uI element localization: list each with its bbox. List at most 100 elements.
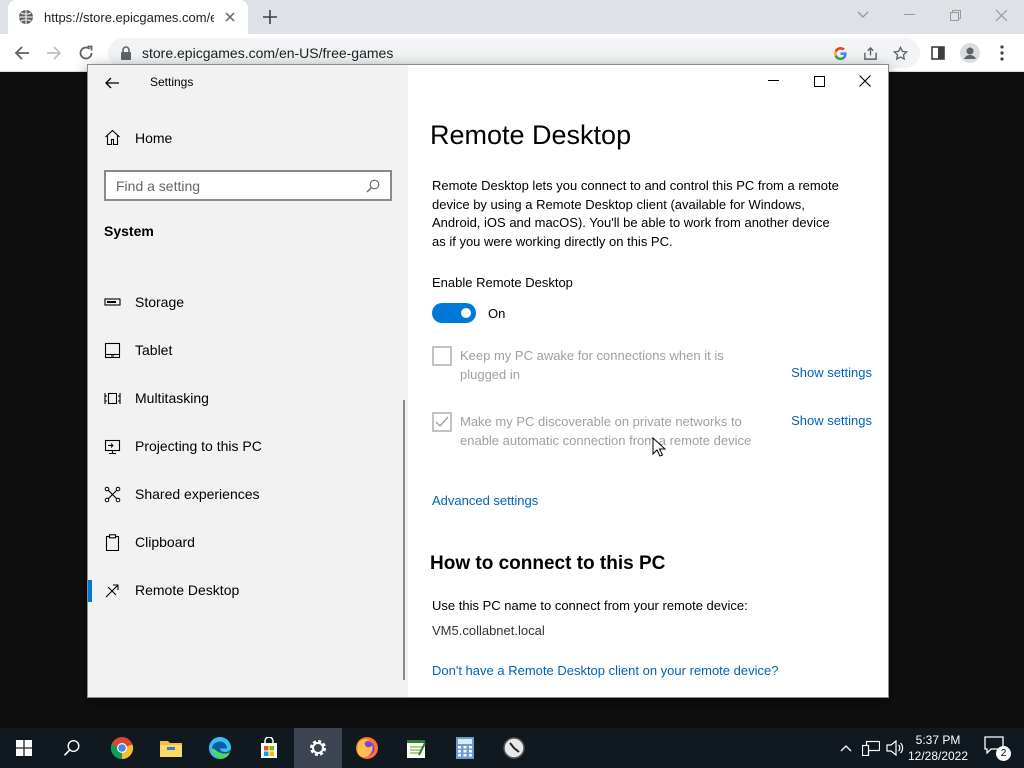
search-taskbar-button[interactable] — [48, 728, 96, 768]
sidebar-item-clipboard[interactable]: Clipboard — [88, 522, 408, 562]
back-arrow-icon[interactable] — [102, 73, 122, 93]
share-icon[interactable] — [860, 45, 880, 61]
taskbar: 5:37 PM 12/28/2022 2 — [0, 728, 1024, 768]
home-icon — [104, 129, 122, 147]
toggle-knob — [461, 308, 471, 318]
sidebar-item-multitasking[interactable]: Multitasking — [88, 378, 408, 418]
sidebar-item-shared-experiences[interactable]: Shared experiences — [88, 474, 408, 514]
sidebar-item-tablet[interactable]: Tablet — [88, 330, 408, 370]
search-icon[interactable] — [366, 179, 380, 193]
edge-icon — [209, 737, 231, 759]
sidebar-item-label: Remote Desktop — [135, 582, 240, 598]
restore-icon[interactable] — [932, 0, 978, 30]
clock-time: 5:37 PM — [915, 733, 961, 747]
taskbar-clock[interactable]: 5:37 PM 12/28/2022 — [898, 732, 978, 764]
mouse-cursor-icon — [652, 437, 666, 457]
minimize-icon[interactable] — [886, 0, 932, 30]
browser-window-controls — [840, 0, 1024, 30]
search-icon — [63, 739, 80, 756]
sidebar-item-label: Projecting to this PC — [135, 438, 262, 454]
network-icon[interactable] — [860, 728, 882, 768]
settings-window: Settings Home System Storage Tablet — [88, 65, 888, 697]
menu-dots-icon[interactable] — [990, 41, 1014, 65]
tablet-icon — [104, 342, 121, 359]
app-title: Settings — [150, 75, 194, 89]
shared-experiences-icon — [104, 486, 121, 503]
search-input[interactable] — [116, 177, 366, 194]
sidebar-item-label: Clipboard — [135, 534, 195, 550]
clock-date: 12/28/2022 — [907, 749, 969, 763]
keep-awake-show-settings-link[interactable]: Show settings — [791, 365, 872, 380]
new-tab-icon[interactable] — [258, 5, 282, 29]
enable-remote-desktop-toggle[interactable] — [432, 303, 476, 323]
settings-sidebar: Settings Home System Storage Tablet — [88, 65, 408, 697]
calculator-taskbar-button[interactable] — [441, 728, 489, 768]
toggle-state-label: On — [488, 306, 506, 321]
file-explorer-taskbar-button[interactable] — [147, 728, 195, 768]
clipboard-icon — [104, 533, 121, 551]
projecting-icon — [104, 438, 121, 455]
notepad-icon — [407, 740, 426, 758]
use-pc-name-text: Use this PC name to connect from your re… — [432, 598, 748, 613]
discoverable-show-settings-link[interactable]: Show settings — [791, 413, 872, 428]
storage-icon — [104, 294, 121, 311]
alarm-clock-icon — [503, 737, 525, 759]
home-link[interactable]: Home — [104, 128, 172, 148]
folder-icon — [160, 741, 182, 757]
sidebar-scrollbar[interactable] — [403, 400, 405, 680]
clock-app-taskbar-button[interactable] — [490, 728, 538, 768]
calculator-icon — [456, 737, 474, 759]
close-icon[interactable] — [978, 0, 1024, 30]
sidebar-item-label: Multitasking — [135, 390, 209, 406]
discoverable-checkbox[interactable] — [432, 412, 452, 432]
settings-taskbar-button[interactable] — [294, 728, 342, 768]
close-tab-icon[interactable] — [222, 9, 238, 25]
bookmark-star-icon[interactable] — [890, 45, 910, 61]
sidebar-item-label: Shared experiences — [135, 486, 260, 502]
gear-icon — [310, 740, 326, 756]
keep-awake-checkbox[interactable] — [432, 346, 452, 366]
sidebar-item-label: Tablet — [135, 342, 173, 358]
page-description: Remote Desktop lets you connect to and c… — [432, 178, 839, 249]
store-icon — [261, 737, 277, 758]
chrome-taskbar-button[interactable] — [98, 728, 146, 768]
url-text: store.epicgames.com/en-US/free-games — [142, 45, 394, 61]
keep-awake-text: Keep my PC awake for connections when it… — [460, 348, 724, 382]
start-button[interactable] — [0, 728, 48, 768]
sidebar-item-projecting[interactable]: Projecting to this PC — [88, 426, 408, 466]
globe-icon — [18, 9, 34, 25]
get-client-link[interactable]: Don't have a Remote Desktop client on yo… — [432, 663, 778, 678]
show-hidden-icons-icon[interactable] — [836, 728, 856, 768]
remote-desktop-icon — [104, 582, 121, 599]
advanced-settings-link[interactable]: Advanced settings — [432, 493, 538, 508]
edge-taskbar-button[interactable] — [196, 728, 244, 768]
tab-search-icon[interactable] — [840, 0, 886, 30]
chrome-icon — [110, 737, 134, 760]
back-arrow-icon[interactable] — [10, 41, 34, 65]
enable-remote-desktop-label: Enable Remote Desktop — [432, 275, 573, 290]
reload-icon[interactable] — [74, 41, 98, 65]
side-panel-icon[interactable] — [926, 41, 950, 65]
section-title: System — [104, 223, 154, 239]
search-box[interactable] — [104, 170, 392, 201]
discoverable-text: Make my PC discoverable on private netwo… — [460, 414, 752, 448]
home-label: Home — [135, 130, 173, 146]
notepad-taskbar-button[interactable] — [392, 728, 440, 768]
forward-arrow-icon[interactable] — [42, 41, 66, 65]
firefox-taskbar-button[interactable] — [343, 728, 391, 768]
google-icon[interactable] — [830, 45, 850, 61]
remote-desktop-page: Remote Desktop Remote Desktop lets you c… — [408, 65, 888, 697]
firefox-icon — [356, 737, 378, 759]
browser-tab[interactable]: https://store.epicgames.com/en- — [8, 0, 248, 34]
profile-avatar-icon[interactable] — [958, 41, 982, 65]
checkmark-icon — [435, 416, 449, 428]
sidebar-item-remote-desktop[interactable]: Remote Desktop — [88, 570, 408, 610]
browser-tab-strip: https://store.epicgames.com/en- — [0, 0, 1024, 34]
store-taskbar-button[interactable] — [245, 728, 293, 768]
sidebar-item-storage[interactable]: Storage — [88, 282, 408, 322]
multitasking-icon — [104, 390, 121, 407]
address-bar[interactable]: store.epicgames.com/en-US/free-games — [108, 38, 920, 68]
action-center-button[interactable]: 2 — [984, 736, 1011, 761]
lock-icon[interactable] — [120, 46, 134, 60]
windows-logo-icon — [16, 740, 32, 756]
